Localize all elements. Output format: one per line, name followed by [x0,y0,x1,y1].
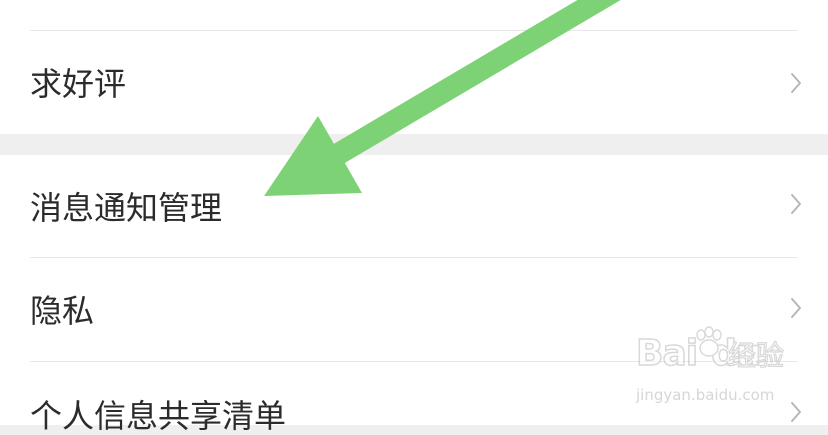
settings-item-notification-management[interactable]: 消息通知管理 [0,155,828,257]
settings-item-rate-us[interactable]: 求好评 [0,31,828,134]
chevron-right-icon [791,402,801,422]
watermark-suffix: 经验 [727,339,785,372]
settings-group-top: 求好评 [0,0,828,134]
chevron-right-icon [791,298,801,318]
watermark-url: jingyan.baidu.com [636,386,775,404]
settings-item-label: 消息通知管理 [30,189,223,227]
settings-item-label: 求好评 [30,65,127,103]
settings-item-label: 个人信息共享清单 [30,397,287,435]
baidu-jingyan-watermark: Bai du 经验 jingyan.baidu.com [635,326,786,410]
paw-icon [696,326,722,357]
chevron-right-icon [791,73,801,93]
chevron-right-icon [791,194,801,214]
settings-item-label: 隐私 [30,292,95,330]
